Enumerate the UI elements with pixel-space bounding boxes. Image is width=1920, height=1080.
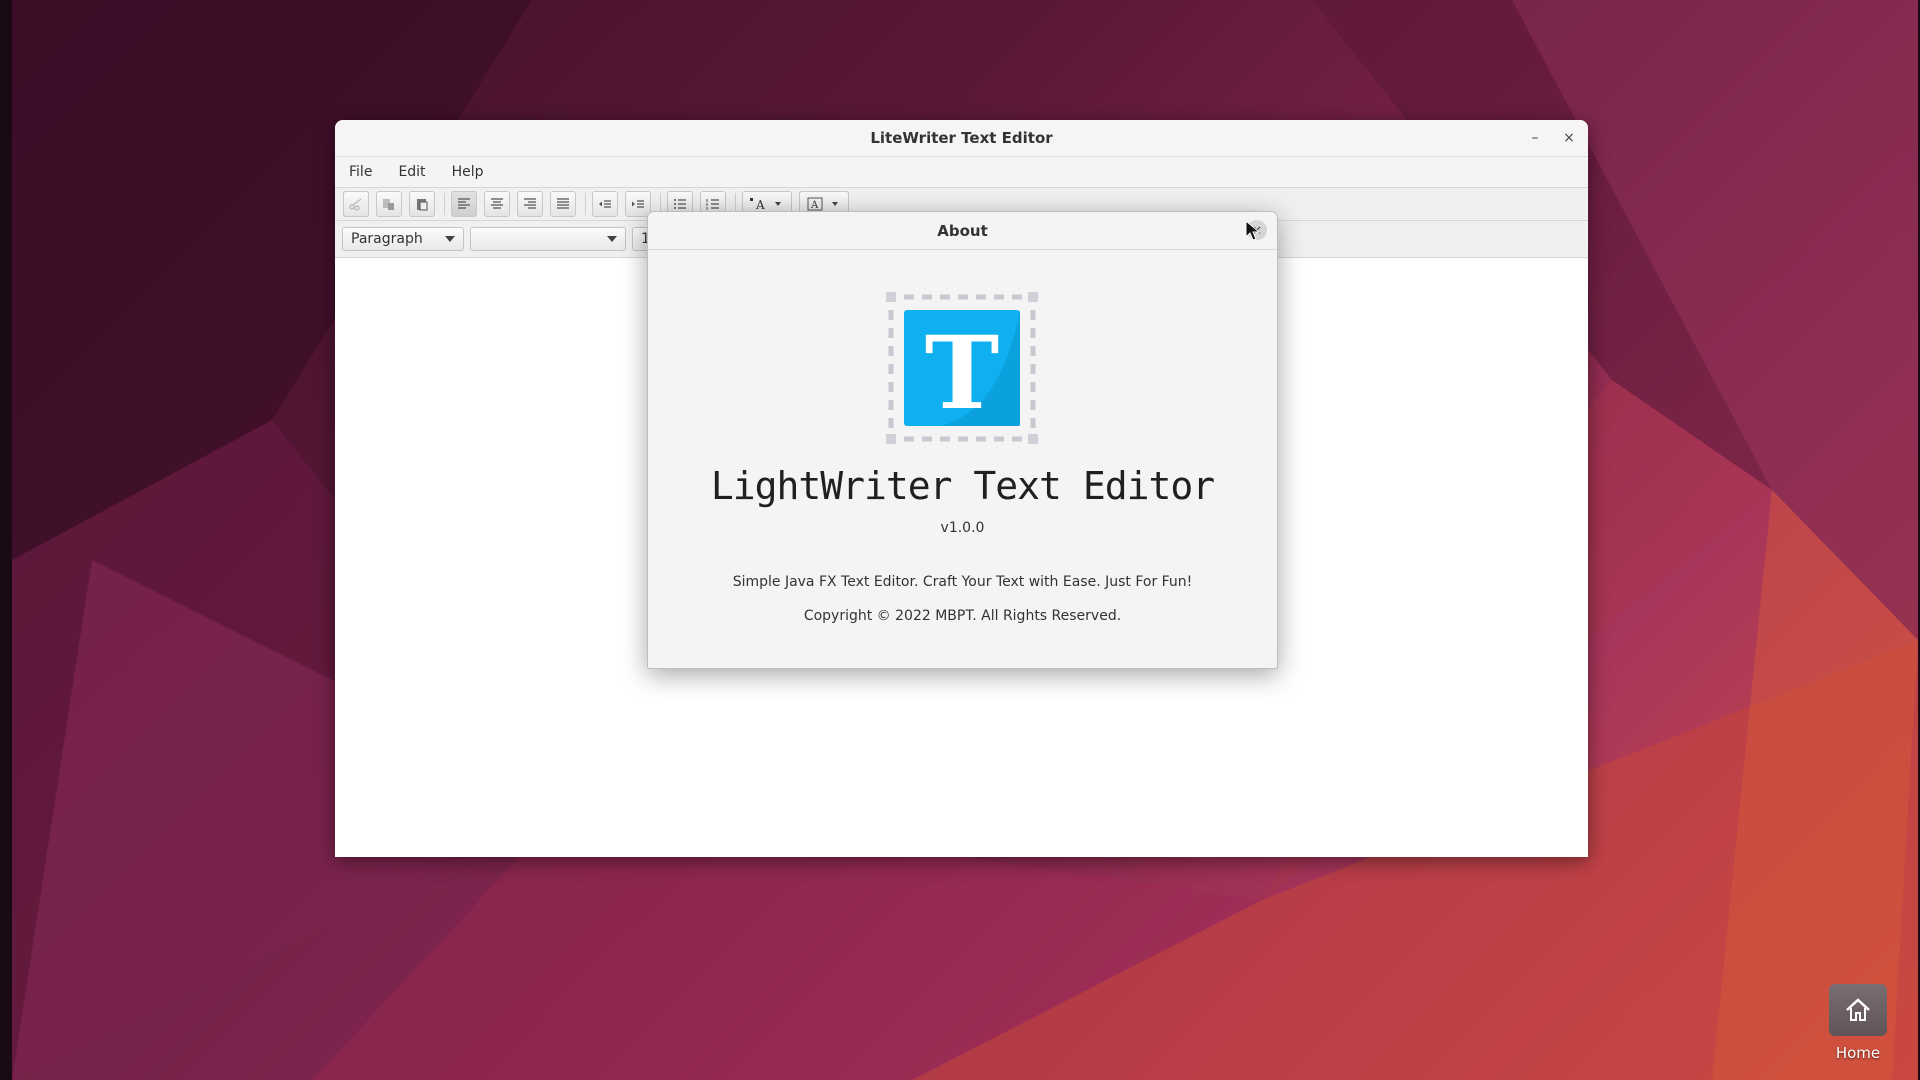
app-name: LightWriter Text Editor	[710, 464, 1215, 508]
align-justify-icon	[557, 198, 569, 209]
minimize-icon: –	[1531, 130, 1539, 146]
about-title: About	[937, 221, 988, 240]
paragraph-style-select[interactable]: Paragraph	[342, 227, 464, 251]
cut-button[interactable]	[343, 191, 369, 217]
align-center-icon	[491, 198, 503, 209]
minimize-button[interactable]: –	[1524, 127, 1546, 149]
mouse-cursor-icon	[1245, 220, 1261, 241]
menu-edit[interactable]: Edit	[398, 164, 425, 180]
paragraph-style-value: Paragraph	[351, 231, 423, 247]
app-version: v1.0.0	[940, 520, 985, 536]
close-window-button[interactable]: ×	[1558, 127, 1580, 149]
align-justify-button[interactable]	[550, 191, 576, 217]
outdent-icon	[599, 200, 611, 208]
home-folder-icon	[1829, 984, 1887, 1036]
bullet-list-icon	[674, 199, 686, 209]
svg-text:A: A	[810, 200, 819, 211]
toolbar-separator	[444, 193, 445, 215]
numbered-list-icon	[706, 199, 719, 210]
home-label: Home	[1835, 1044, 1881, 1062]
logo-letter: T	[925, 314, 999, 432]
app-description: Simple Java FX Text Editor. Craft Your T…	[732, 574, 1193, 590]
close-icon: ×	[1563, 130, 1575, 146]
align-right-icon	[524, 198, 536, 209]
copy-icon	[383, 199, 394, 210]
window-title: LiteWriter Text Editor	[870, 129, 1053, 147]
align-right-button[interactable]	[517, 191, 543, 217]
menu-help[interactable]: Help	[452, 164, 484, 180]
font-family-select[interactable]	[470, 227, 626, 251]
paste-icon	[417, 199, 428, 211]
cut-icon	[349, 198, 362, 211]
outdent-button[interactable]	[592, 191, 618, 217]
app-logo-icon: T	[886, 292, 1038, 444]
highlight-color-icon: A	[807, 197, 838, 211]
align-center-button[interactable]	[484, 191, 510, 217]
menu-bar: File Edit Help	[335, 157, 1588, 188]
menu-file[interactable]: File	[349, 164, 372, 180]
indent-icon	[632, 200, 644, 208]
paste-button[interactable]	[409, 191, 435, 217]
text-color-icon: A	[750, 198, 781, 211]
chevron-down-icon	[607, 236, 617, 242]
toolbar-separator	[585, 193, 586, 215]
svg-text:A: A	[755, 198, 765, 211]
app-copyright: Copyright © 2022 MBPT. All Rights Reserv…	[803, 608, 1122, 624]
about-dialog: About × T LightWriter Text Editor v1.0.0…	[647, 211, 1278, 669]
home-icon	[1846, 998, 1870, 1021]
home-folder-shortcut[interactable]: Home	[1828, 984, 1888, 1062]
align-left-button[interactable]	[451, 191, 477, 217]
align-left-icon	[458, 198, 470, 209]
about-titlebar[interactable]: About ×	[648, 212, 1277, 250]
chevron-down-icon	[445, 236, 455, 242]
copy-button[interactable]	[376, 191, 402, 217]
window-titlebar[interactable]: LiteWriter Text Editor – ×	[335, 120, 1588, 157]
